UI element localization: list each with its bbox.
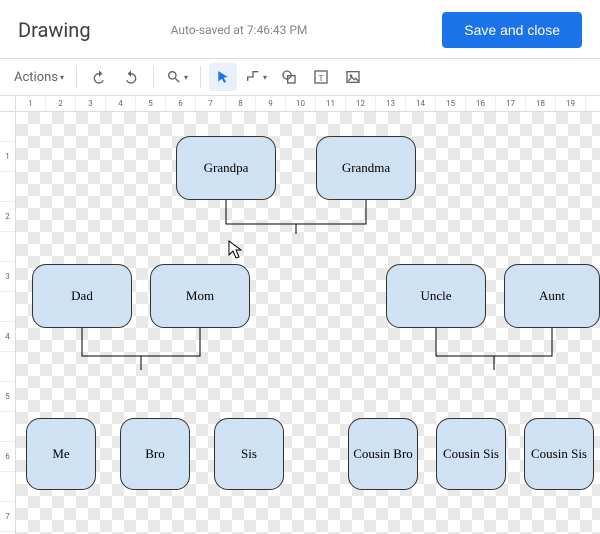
zoom-menu[interactable]: ▾ — [162, 63, 192, 91]
node-grandma[interactable]: Grandma — [316, 136, 416, 200]
ruler-vertical: 1234567 — [0, 112, 16, 534]
node-bro[interactable]: Bro — [120, 418, 190, 490]
drawing-canvas[interactable]: Grandpa Grandma Dad Mom Uncle Aunt Me Br… — [16, 112, 600, 534]
chevron-down-icon: ▾ — [184, 73, 188, 82]
svg-text:T: T — [318, 72, 324, 82]
cursor-icon — [228, 240, 244, 264]
node-cousin-sis-1[interactable]: Cousin Sis — [436, 418, 506, 490]
connector — [176, 200, 416, 238]
toolbar: Actions ▾ ▾ ▾ T — [0, 59, 600, 96]
connector — [386, 328, 600, 374]
chevron-down-icon: ▾ — [263, 73, 267, 82]
toolbar-separator — [200, 66, 201, 88]
node-cousin-sis-2[interactable]: Cousin Sis — [524, 418, 594, 490]
node-grandpa[interactable]: Grandpa — [176, 136, 276, 200]
node-dad[interactable]: Dad — [32, 264, 132, 328]
dialog-header: Drawing Auto-saved at 7:46:43 PM Save an… — [0, 0, 600, 59]
connector — [32, 328, 252, 374]
node-aunt[interactable]: Aunt — [504, 264, 600, 328]
canvas-area: 12345678910111213141516171819 1234567 Gr… — [0, 96, 600, 534]
node-uncle[interactable]: Uncle — [386, 264, 486, 328]
toolbar-separator — [153, 66, 154, 88]
toolbar-separator — [76, 66, 77, 88]
save-and-close-button[interactable]: Save and close — [442, 12, 582, 48]
node-mom[interactable]: Mom — [150, 264, 250, 328]
node-cousin-bro[interactable]: Cousin Bro — [348, 418, 418, 490]
select-tool[interactable] — [209, 63, 237, 91]
dialog-title: Drawing — [18, 18, 91, 42]
autosave-status: Auto-saved at 7:46:43 PM — [91, 23, 443, 37]
redo-button[interactable] — [117, 63, 145, 91]
line-tool-menu[interactable]: ▾ — [241, 63, 271, 91]
ruler-horizontal: 12345678910111213141516171819 — [16, 96, 600, 112]
undo-button[interactable] — [85, 63, 113, 91]
actions-label: Actions — [14, 70, 58, 85]
node-me[interactable]: Me — [26, 418, 96, 490]
chevron-down-icon: ▾ — [60, 73, 64, 82]
actions-menu[interactable]: Actions ▾ — [10, 63, 68, 91]
ruler-corner — [0, 96, 16, 112]
textbox-tool[interactable]: T — [307, 63, 335, 91]
shape-tool-menu[interactable] — [275, 63, 303, 91]
image-tool[interactable] — [339, 63, 367, 91]
node-sis[interactable]: Sis — [214, 418, 284, 490]
